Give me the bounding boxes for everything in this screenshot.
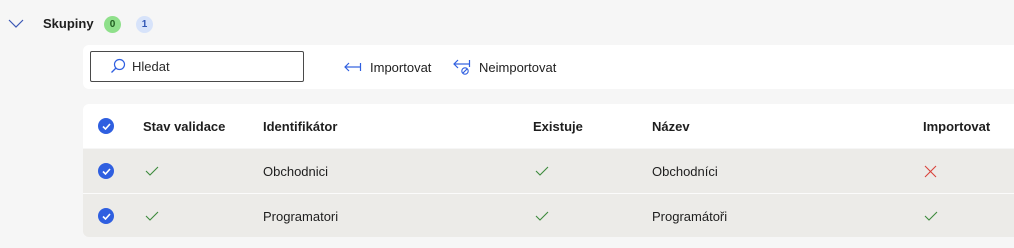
- import-button[interactable]: Importovat: [344, 58, 431, 76]
- no-import-label: Neimportovat: [479, 59, 557, 75]
- info-count-badge: 1: [136, 16, 153, 33]
- search-input[interactable]: [132, 56, 292, 76]
- row-identifier: Programatori: [263, 208, 339, 224]
- chevron-down-icon[interactable]: [8, 16, 24, 34]
- row-name: Programátoři: [652, 208, 728, 224]
- row-name: Obchodníci: [652, 163, 718, 179]
- section-title: Skupiny: [43, 16, 94, 31]
- checkmark-icon: [101, 212, 111, 220]
- no-import-icon: [453, 59, 471, 75]
- col-import-header[interactable]: Importovat: [923, 104, 990, 148]
- no-import-cross-icon[interactable]: [924, 165, 937, 178]
- arrow-left-icon: [344, 62, 362, 72]
- row-identifier: Obchodnici: [263, 163, 329, 179]
- exists-check-icon: [535, 166, 549, 176]
- search-icon: [111, 58, 126, 73]
- checkmark-icon: [101, 122, 111, 130]
- exists-check-icon: [535, 211, 549, 221]
- toolbar: Importovat Neimportovat: [83, 45, 1014, 89]
- table-row[interactable]: Obchodnici Obchodníci: [83, 149, 1014, 193]
- row-checkbox[interactable]: [98, 208, 114, 224]
- validation-ok-icon: [145, 166, 159, 176]
- row-checkbox[interactable]: [98, 163, 114, 179]
- col-identifier-header[interactable]: Identifikátor: [263, 104, 337, 148]
- col-validation-header[interactable]: Stav validace: [143, 104, 225, 148]
- select-all-checkbox[interactable]: [98, 118, 114, 134]
- table-header-row: Stav validace Identifikátor Existuje Náz…: [83, 104, 1014, 148]
- import-label: Importovat: [370, 59, 432, 75]
- no-import-button[interactable]: Neimportovat: [453, 58, 556, 76]
- import-check-icon[interactable]: [924, 211, 938, 221]
- section-header: Skupiny 0 1: [0, 0, 1014, 46]
- col-name-header[interactable]: Název: [652, 104, 690, 148]
- valid-count-badge: 0: [104, 16, 121, 33]
- groups-table: Stav validace Identifikátor Existuje Náz…: [83, 104, 1014, 237]
- col-exists-header[interactable]: Existuje: [533, 104, 583, 148]
- validation-ok-icon: [145, 211, 159, 221]
- search-box[interactable]: [90, 51, 304, 82]
- table-row[interactable]: Programatori Programátoři: [83, 193, 1014, 237]
- checkmark-icon: [101, 167, 111, 175]
